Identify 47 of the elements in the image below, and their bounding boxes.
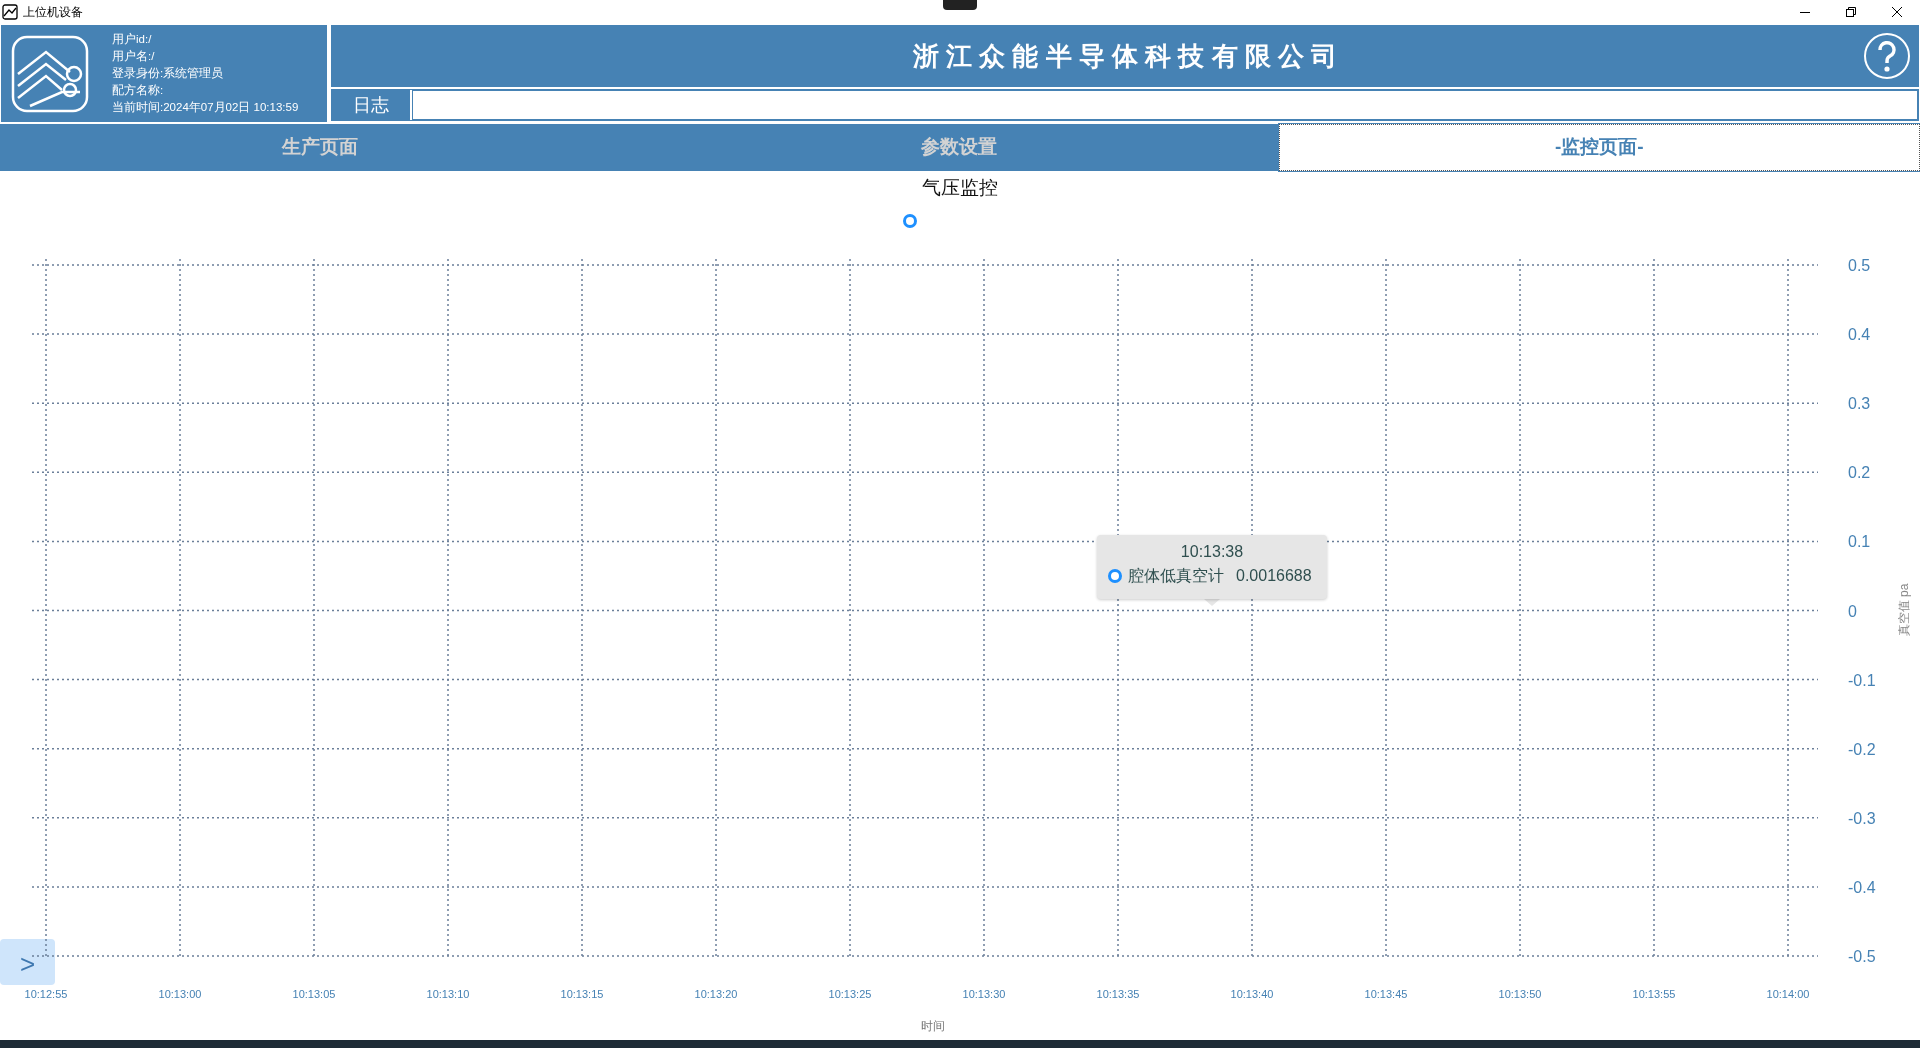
logo-icon bbox=[10, 33, 90, 114]
side-toggle-button[interactable]: > bbox=[0, 939, 55, 985]
axis-title: 真空值 pa bbox=[1897, 583, 1911, 637]
axis-tick-label: 0.5 bbox=[1848, 257, 1871, 274]
axis-tick-label: 10:13:00 bbox=[158, 988, 202, 1000]
axis-tick-label: 10:13:45 bbox=[1364, 988, 1408, 1000]
user-info-text: 当前时间:2024年07月02日 10:13:59 bbox=[112, 100, 299, 115]
company-name: 浙 江 众 能 半 导 体 科 技 有 限 公 司 bbox=[912, 39, 1338, 73]
axis-tick-label: 10:13:10 bbox=[426, 988, 470, 1000]
axis-tick-label: 10:13:50 bbox=[1498, 988, 1542, 1000]
tooltip-series-name: 腔体低真空计 bbox=[1128, 567, 1224, 585]
axis-tick-label: -0.2 bbox=[1848, 740, 1876, 758]
user-info-text: 用户名:/ bbox=[112, 49, 156, 64]
tooltip-value: 0.0016688 bbox=[1236, 567, 1312, 585]
axis-tick-label: 10:13:55 bbox=[1632, 988, 1676, 1000]
axis-tick-label: 10:13:05 bbox=[292, 988, 336, 1000]
axis-tick-label: 0.1 bbox=[1848, 533, 1871, 551]
drag-handle[interactable] bbox=[943, 0, 977, 10]
tab[interactable]: 生产页面 bbox=[0, 124, 640, 171]
axis-tick-label: 10:14:00 bbox=[1766, 988, 1810, 1000]
axis-tick-label: 10:13:25 bbox=[828, 988, 872, 1000]
axis-title: 时间 bbox=[921, 1019, 945, 1033]
app-icon bbox=[2, 4, 18, 20]
user-info-text: 用户id:/ bbox=[112, 32, 153, 47]
user-info-text: 登录身份:系统管理员 bbox=[112, 66, 225, 81]
axis-tick-label: -0.1 bbox=[1848, 671, 1876, 689]
axis-tick-label: 0.3 bbox=[1848, 395, 1871, 413]
axis-tick-label: 10:13:40 bbox=[1230, 988, 1274, 1000]
tab[interactable]: -监控页面- bbox=[1278, 124, 1920, 171]
window-title: 上位机设备 bbox=[23, 4, 83, 21]
chart-title: 气压监控 bbox=[922, 177, 998, 198]
axis-tick-label: 0.2 bbox=[1848, 464, 1871, 482]
axis-tick-label: 10:13:35 bbox=[1096, 988, 1140, 1000]
tab[interactable]: 参数设置 bbox=[639, 124, 1279, 171]
help-icon[interactable] bbox=[1863, 32, 1911, 80]
axis-tick-label: 0.4 bbox=[1848, 326, 1871, 344]
tooltip-time: 10:13:38 bbox=[1180, 543, 1244, 561]
axis-tick-label: 10:12:55 bbox=[24, 988, 68, 1000]
user-info-text: 配方名称: bbox=[112, 83, 165, 98]
log-label: 日志 bbox=[332, 90, 410, 120]
axis-tick-label: -0.4 bbox=[1848, 878, 1876, 896]
axis-tick-label: 10:13:20 bbox=[694, 988, 738, 1000]
axis-tick-label: 10:13:15 bbox=[560, 988, 604, 1000]
axis-tick-label: -0.3 bbox=[1848, 809, 1876, 827]
axis-tick-label: 0 bbox=[1848, 602, 1857, 620]
axis-tick-label: 10:13:30 bbox=[962, 988, 1006, 1000]
axis-tick-label: -0.5 bbox=[1848, 948, 1876, 965]
